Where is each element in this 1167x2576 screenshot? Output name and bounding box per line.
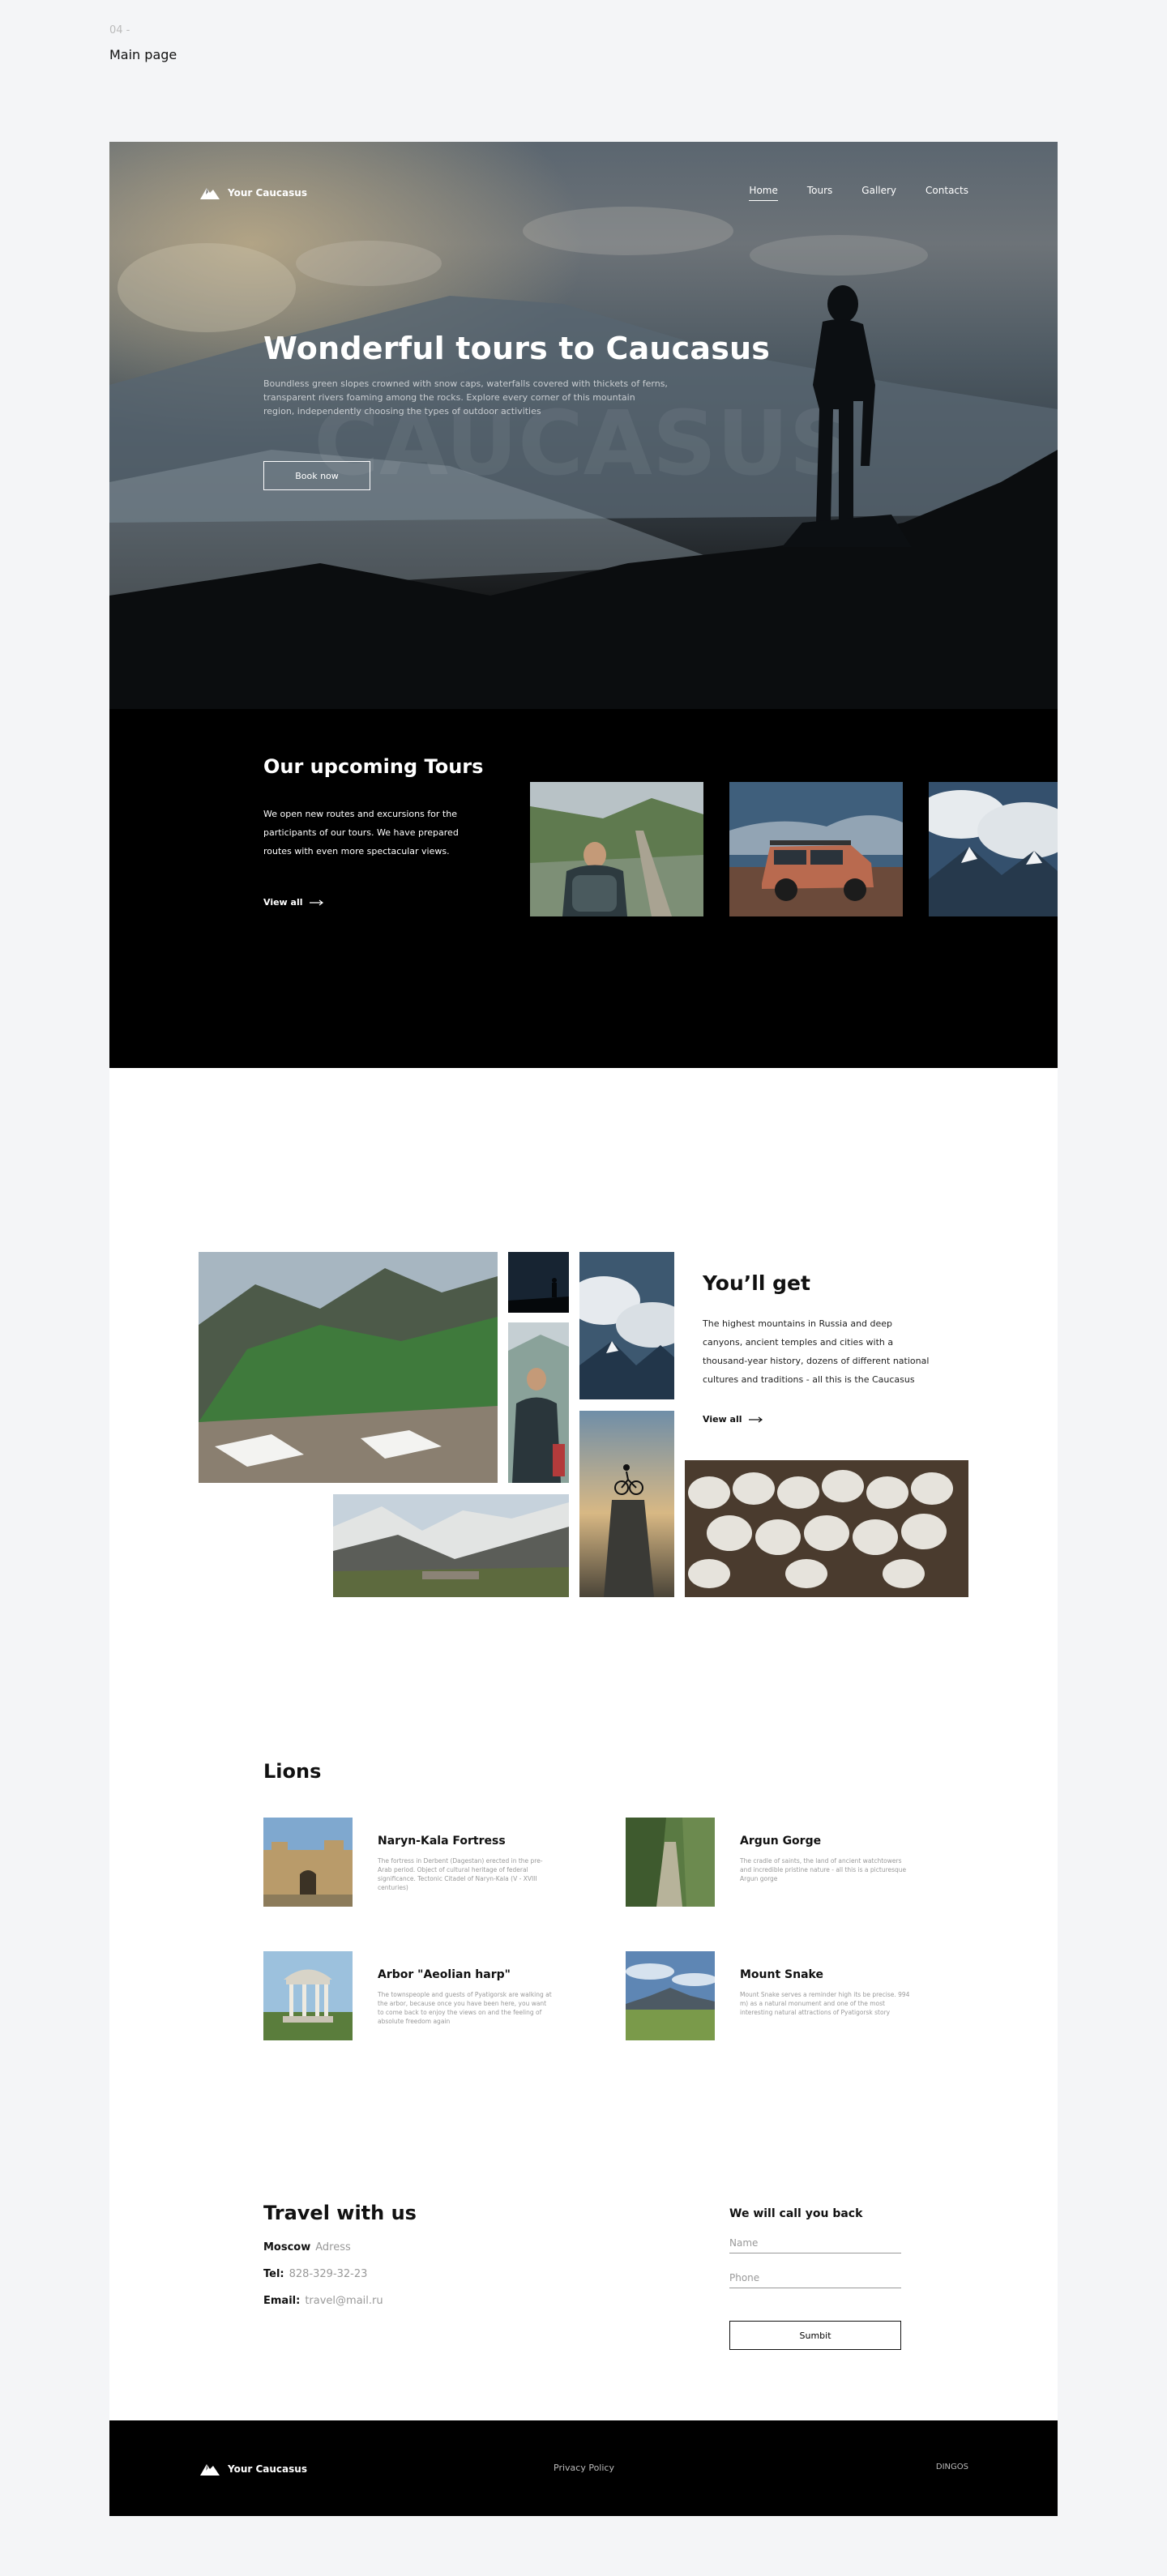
get-text: The highest mountains in Russia and deep…	[703, 1318, 930, 1385]
lion-card-aeolian-harp[interactable]: Arbor "Aeolian harp" The townspeople and…	[263, 1951, 579, 2040]
lion-card-argun-gorge[interactable]: Argun Gorge The cradle of saints, the la…	[626, 1818, 942, 1907]
footer-logo-text: Your Caucasus	[228, 2463, 307, 2475]
lion-title: Mount Snake	[740, 1968, 823, 1981]
tour-card-offroad-car[interactable]	[729, 782, 903, 916]
submit-button[interactable]: Sumbit	[729, 2321, 901, 2350]
footer-brand-credit: DINGOS	[935, 2463, 968, 2471]
gallery-night-silhouette[interactable]	[508, 1252, 569, 1313]
get-view-all-link[interactable]: View all	[703, 1414, 763, 1425]
lion-card-mount-snake[interactable]: Mount Snake Mount Snake serves a reminde…	[626, 1951, 942, 2040]
arrow-right-icon	[748, 1416, 763, 1422]
lion-desc: Mount Snake serves a reminder high its b…	[740, 1991, 910, 2016]
lion-thumb-fortress	[263, 1818, 353, 1907]
hero-subtitle: Boundless green slopes crowned with snow…	[263, 378, 668, 417]
tel-value[interactable]: 828-329-32-23	[289, 2268, 368, 2280]
hero-section: CAUCASUS Your Caucasus Home Tours Galler…	[109, 142, 1058, 1068]
email-label: Email:	[263, 2295, 301, 2307]
main-nav: Home Tours Gallery Contacts	[749, 185, 968, 201]
page-name: Main page	[109, 47, 177, 62]
nav-home[interactable]: Home	[749, 185, 778, 201]
tours-title: Our upcoming Tours	[263, 755, 484, 778]
lion-title: Argun Gorge	[740, 1835, 822, 1848]
header-logo[interactable]: Your Caucasus	[199, 185, 307, 201]
address-value: Adress	[315, 2241, 351, 2253]
book-now-button[interactable]: Book now	[263, 461, 370, 490]
gallery-green-mountains[interactable]	[199, 1252, 498, 1483]
nav-gallery[interactable]: Gallery	[861, 185, 896, 201]
tours-view-all-link[interactable]: View all	[263, 897, 324, 908]
nav-contacts[interactable]: Contacts	[925, 185, 968, 201]
email-value[interactable]: travel@mail.ru	[305, 2295, 383, 2307]
contact-email: Email: travel@mail.ru	[263, 2295, 383, 2307]
lion-desc: The fortress in Derbent (Dagestan) erect…	[378, 1857, 543, 1891]
tours-view-all-label: View all	[263, 897, 303, 908]
lions-title: Lions	[263, 1760, 322, 1783]
gallery-valley-village[interactable]	[333, 1494, 569, 1597]
get-view-all-label: View all	[703, 1414, 742, 1425]
privacy-policy-link[interactable]: Privacy Policy	[554, 2463, 614, 2473]
gallery-sheep-flock[interactable]	[685, 1460, 968, 1597]
tour-card-hiker-valley[interactable]	[530, 782, 703, 916]
lion-title: Arbor "Aeolian harp"	[378, 1968, 511, 1981]
mountain-logo-icon	[200, 188, 220, 199]
footer: Your Caucasus Privacy Policy DINGOS	[109, 2420, 1058, 2516]
arrow-right-icon	[309, 899, 323, 905]
gallery-clouds-peaks[interactable]	[579, 1252, 674, 1399]
footer-logo[interactable]: Your Caucasus	[199, 2461, 307, 2477]
contact-phone: Tel: 828-329-32-23	[263, 2268, 367, 2280]
gallery-cyclist-sunset[interactable]	[579, 1411, 674, 1597]
phone-input[interactable]	[729, 2267, 901, 2288]
lion-thumb-gorge	[626, 1818, 715, 1907]
lion-thumb-arbor	[263, 1951, 353, 2040]
travel-title: Travel with us	[263, 2202, 417, 2224]
mountain-logo-icon	[200, 2464, 220, 2476]
name-input[interactable]	[729, 2232, 901, 2253]
contact-address: Moscow Adress	[263, 2241, 351, 2253]
logo-text: Your Caucasus	[228, 187, 307, 199]
hero-mountain-photo: CAUCASUS	[109, 142, 1058, 709]
page-frame: CAUCASUS Your Caucasus Home Tours Galler…	[109, 142, 1058, 2516]
hero-title: Wonderful tours to Caucasus	[263, 331, 771, 366]
tour-card-snowy-peaks[interactable]	[929, 782, 1058, 916]
lion-thumb-mount	[626, 1951, 715, 2040]
lion-desc: The cradle of saints, the land of ancien…	[740, 1857, 907, 1882]
lion-title: Naryn-Kala Fortress	[378, 1835, 506, 1848]
gallery-hiker-photo[interactable]	[508, 1322, 569, 1483]
page-number: 04 -	[109, 24, 130, 36]
lion-card-naryn-kala[interactable]: Naryn-Kala Fortress The fortress in Derb…	[263, 1818, 579, 1907]
nav-tours[interactable]: Tours	[807, 185, 832, 201]
city-label: Moscow	[263, 2241, 311, 2253]
tel-label: Tel:	[263, 2268, 284, 2280]
lion-desc: The townspeople and guests of Pyatigorsk…	[378, 1991, 552, 2025]
tours-text: We open new routes and excursions for th…	[263, 809, 459, 857]
get-title: You’ll get	[703, 1271, 810, 1295]
callback-title: We will call you back	[729, 2207, 863, 2220]
